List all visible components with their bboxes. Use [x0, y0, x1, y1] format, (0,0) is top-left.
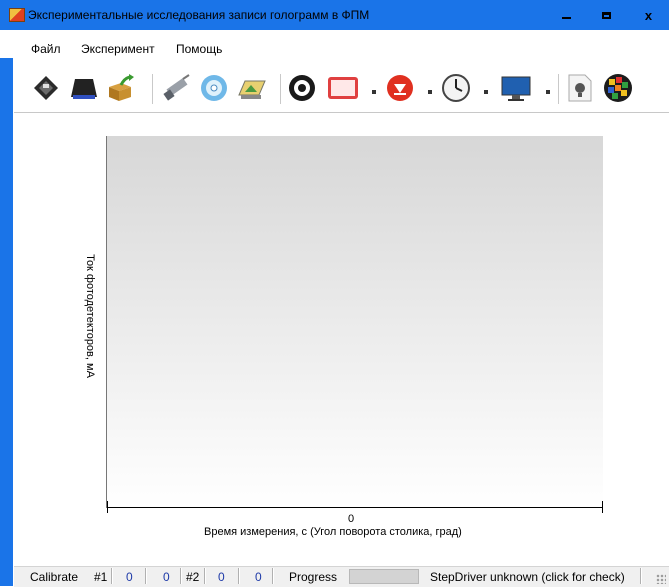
status-separator — [272, 568, 274, 584]
pattern-button[interactable] — [602, 72, 634, 104]
window-left-border — [0, 30, 13, 586]
close-button[interactable]: x — [628, 0, 669, 30]
load-button[interactable] — [68, 72, 100, 104]
cd-disc-icon — [201, 75, 227, 101]
status-separator — [238, 568, 240, 584]
x-tick-label: 0 — [348, 513, 355, 525]
record-icon — [387, 75, 413, 101]
image-button[interactable] — [236, 72, 268, 104]
toolbar-separator — [558, 74, 559, 104]
export-button[interactable] — [104, 72, 136, 104]
close-icon: x — [644, 7, 653, 23]
frame-button[interactable] — [326, 72, 358, 104]
open-box-icon — [109, 74, 134, 101]
clock-icon — [442, 74, 470, 102]
bulb-icon — [568, 74, 592, 102]
calibrate-button[interactable]: Calibrate — [30, 570, 78, 584]
app-icon[interactable] — [9, 8, 25, 22]
display-dropdown-arrow[interactable] — [546, 90, 550, 94]
progress-label: Progress — [289, 570, 338, 584]
status-separator — [204, 568, 206, 584]
x-axis-tick-left — [107, 501, 108, 513]
gear-icon — [289, 75, 315, 101]
record-button[interactable] — [384, 72, 416, 104]
toolbar-separator — [152, 74, 153, 104]
minimize-button[interactable] — [546, 0, 587, 30]
image-icon — [238, 80, 266, 99]
timer-dropdown-arrow[interactable] — [484, 90, 488, 94]
status-separator — [180, 568, 182, 584]
status-separator — [111, 568, 113, 584]
frame-dropdown-arrow[interactable] — [372, 90, 376, 94]
disc-button[interactable] — [198, 72, 230, 104]
channel1-value-a: 0 — [126, 570, 133, 584]
stepdriver-status[interactable]: StepDriver unknown (click for check) — [430, 570, 625, 584]
channel2-value-a: 0 — [218, 570, 225, 584]
y-axis-line — [106, 136, 107, 508]
timer-button[interactable] — [440, 72, 472, 104]
mosaic-icon — [604, 74, 632, 102]
x-axis-tick-right — [602, 501, 603, 513]
channel2-label: #2 — [186, 570, 200, 584]
status-separator — [145, 568, 147, 584]
x-axis-label: Время измерения, с (Угол поворота столик… — [204, 526, 462, 538]
resize-grip[interactable] — [656, 574, 666, 584]
settings-button[interactable] — [286, 72, 318, 104]
menu-help[interactable]: Помощь — [176, 42, 222, 56]
connect-button[interactable] — [160, 72, 192, 104]
satellite-icon — [163, 74, 190, 101]
menu-file[interactable]: Файл — [31, 42, 61, 56]
maximize-icon — [602, 11, 611, 19]
floppy-disk-icon — [34, 76, 58, 100]
monitor-icon — [501, 76, 531, 101]
channel1-label: #1 — [94, 570, 108, 584]
hard-drive-icon — [71, 79, 97, 99]
progress-bar — [349, 569, 419, 584]
x-axis-line — [107, 507, 603, 508]
channel1-value-b: 0 — [163, 570, 170, 584]
display-button[interactable] — [500, 72, 532, 104]
maximize-button[interactable] — [586, 0, 627, 30]
title-bar[interactable]: Экспериментальные исследования записи го… — [0, 0, 669, 30]
frame-icon — [328, 77, 358, 99]
window-title: Экспериментальные исследования записи го… — [28, 8, 370, 22]
plot-area[interactable] — [107, 136, 603, 508]
y-axis-label: Ток фотодетекторов, мА — [84, 254, 96, 378]
main-window: Экспериментальные исследования записи го… — [0, 0, 669, 587]
status-separator — [640, 568, 642, 584]
channel2-value-b: 0 — [255, 570, 262, 584]
record-dropdown-arrow[interactable] — [428, 90, 432, 94]
toolbar-separator — [280, 74, 281, 104]
light-button[interactable] — [564, 72, 596, 104]
save-button[interactable] — [30, 72, 62, 104]
minimize-icon — [562, 17, 571, 19]
menu-experiment[interactable]: Эксперимент — [81, 42, 155, 56]
